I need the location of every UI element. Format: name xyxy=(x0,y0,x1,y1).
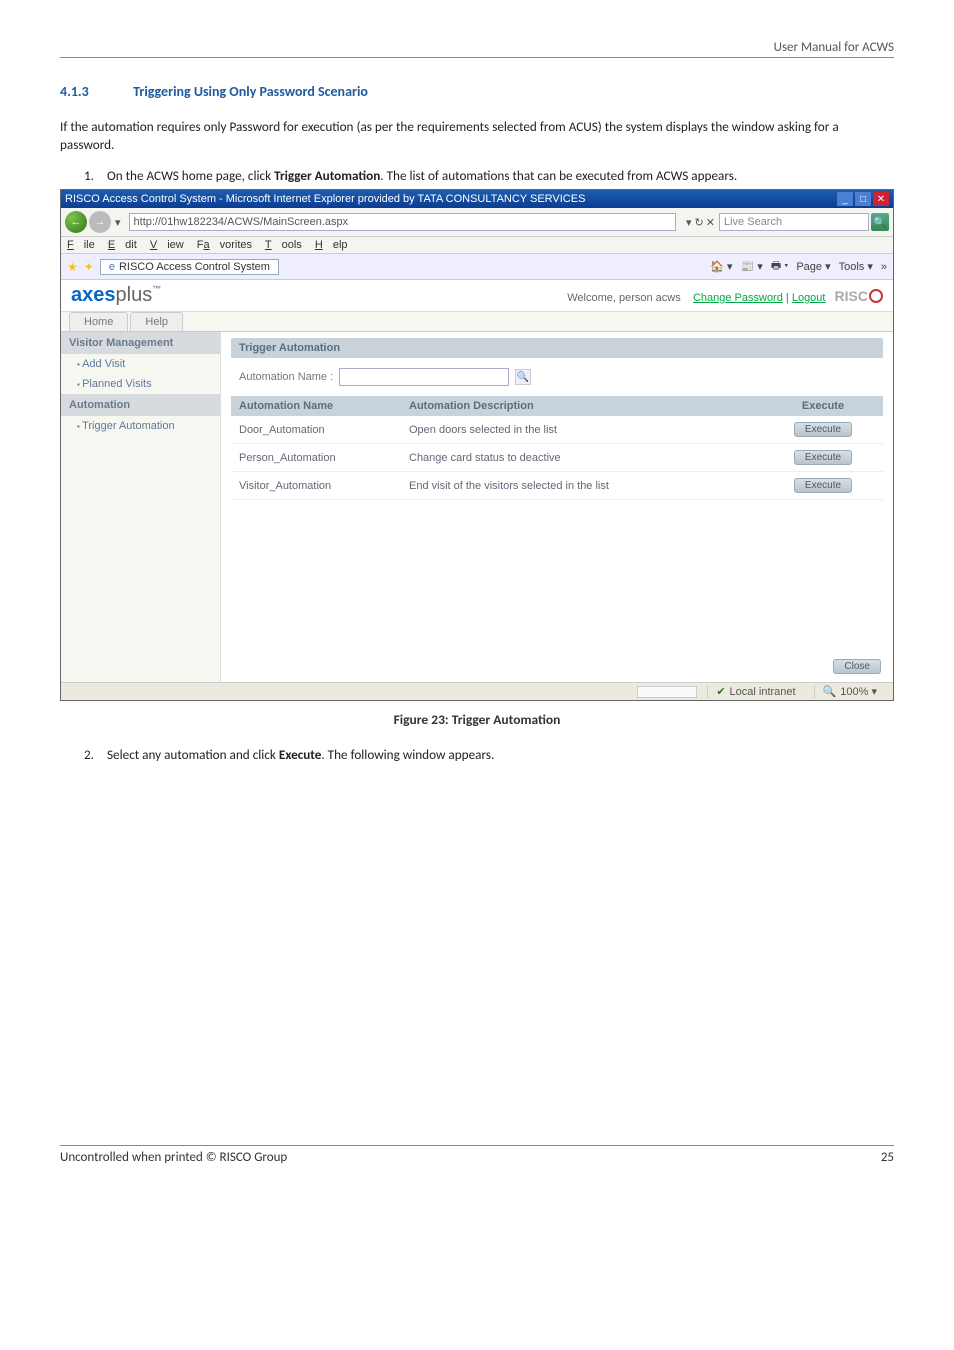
col-header-exec: Execute xyxy=(763,396,883,416)
intro-paragraph: If the automation requires only Password… xyxy=(60,118,894,155)
menu-edit[interactable]: Edit xyxy=(108,239,137,251)
table-row: Door_Automation Open doors selected in t… xyxy=(231,416,883,444)
intranet-zone-icon: ✔ xyxy=(716,685,725,698)
sidebar-item-planned-visits[interactable]: Planned Visits xyxy=(61,374,220,394)
stop-icon[interactable]: ✕ xyxy=(706,216,715,229)
sidebar-item-add-visit[interactable]: Add Visit xyxy=(61,354,220,374)
print-icon[interactable]: 🖶 ▾ xyxy=(771,257,789,276)
sidebar-group-automation: Automation xyxy=(61,394,220,416)
app-tab-home[interactable]: Home xyxy=(69,312,128,331)
menu-favorites[interactable]: Favorites xyxy=(197,239,252,251)
cell-desc: Change card status to deactive xyxy=(401,446,763,470)
execute-button[interactable]: Execute xyxy=(794,422,852,437)
app-tab-help[interactable]: Help xyxy=(130,312,183,331)
live-search-input[interactable]: Live Search xyxy=(719,213,869,231)
maximize-button[interactable]: □ xyxy=(855,192,871,206)
step2-text-prefix: Select any automation and click xyxy=(107,746,279,763)
col-header-name: Automation Name xyxy=(231,396,401,416)
execute-button[interactable]: Execute xyxy=(794,478,852,493)
section-number: 4.1.3 xyxy=(60,83,130,100)
menu-help[interactable]: Help xyxy=(315,239,348,251)
screenshot-container: RISCO Access Control System - Microsoft … xyxy=(60,189,894,701)
menu-file[interactable]: FFileile xyxy=(67,239,95,251)
step1-text-prefix: On the ACWS home page, click xyxy=(107,167,274,184)
automation-name-input[interactable] xyxy=(339,368,509,386)
feeds-icon[interactable]: 📰 ▾ xyxy=(741,260,763,273)
nav-dropdown-icon[interactable]: ▾ xyxy=(113,216,123,229)
table-row: Person_Automation Change card status to … xyxy=(231,444,883,472)
section-title: Triggering Using Only Password Scenario xyxy=(133,83,368,100)
cell-desc: End visit of the visitors selected in th… xyxy=(401,474,763,498)
cell-name: Person_Automation xyxy=(231,446,401,470)
cell-desc: Open doors selected in the list xyxy=(401,418,763,442)
minimize-button[interactable]: _ xyxy=(837,192,853,206)
automation-grid: Automation Name Automation Description E… xyxy=(231,396,883,500)
tools-menu[interactable]: Tools ▾ xyxy=(839,260,873,273)
brand-plus: plus xyxy=(116,284,153,306)
step2-bold: Execute xyxy=(279,746,321,763)
browser-tab-active[interactable]: e RISCO Access Control System xyxy=(100,259,279,275)
sidebar-group-visitor: Visitor Management xyxy=(61,332,220,354)
menu-tools[interactable]: Tools xyxy=(265,239,302,251)
menu-view[interactable]: View xyxy=(150,239,184,251)
logout-link[interactable]: Logout xyxy=(792,292,826,304)
favorites-star-icon[interactable]: ★ xyxy=(67,260,78,274)
back-button[interactable]: ← xyxy=(65,211,87,233)
step2-text-suffix: . The following window appears. xyxy=(321,746,494,763)
list-number-1: 1. xyxy=(84,167,104,185)
zoom-icon[interactable]: 🔍 xyxy=(823,685,837,698)
sidebar-item-trigger-automation[interactable]: Trigger Automation xyxy=(61,416,220,436)
status-blank xyxy=(637,686,697,698)
footer-left: Uncontrolled when printed © RISCO Group xyxy=(60,1150,287,1165)
browser-menu-bar: FFileile Edit View Favorites Tools Help xyxy=(61,237,893,254)
cell-name: Door_Automation xyxy=(231,418,401,442)
close-panel-button[interactable]: Close xyxy=(833,659,881,674)
add-favorites-icon[interactable]: ✦ xyxy=(84,260,94,274)
url-input[interactable]: http://01hw182234/ACWS/MainScreen.aspx xyxy=(129,213,676,231)
table-row: Visitor_Automation End visit of the visi… xyxy=(231,472,883,500)
toolbar-chevron-icon[interactable]: » xyxy=(881,261,887,273)
footer-page-number: 25 xyxy=(881,1150,894,1165)
home-icon[interactable]: 🏠 ▾ xyxy=(710,260,732,273)
list-number-2: 2. xyxy=(84,746,104,764)
sidebar: Visitor Management Add Visit Planned Vis… xyxy=(61,332,221,682)
intranet-zone-label: Local intranet xyxy=(730,686,796,698)
zoom-level[interactable]: 100% ▾ xyxy=(840,685,877,698)
risco-wheel-icon xyxy=(869,289,883,303)
step1-text-suffix: . The list of automations that can be ex… xyxy=(380,167,737,184)
step1-bold: Trigger Automation xyxy=(274,167,380,184)
col-header-desc: Automation Description xyxy=(401,396,763,416)
window-title: RISCO Access Control System - Microsoft … xyxy=(65,193,585,205)
welcome-text: Welcome, person acws xyxy=(567,292,681,304)
search-go-button[interactable]: 🔍 xyxy=(871,213,889,231)
page-header-right: User Manual for ACWS xyxy=(774,40,894,55)
search-button[interactable]: 🔍 xyxy=(515,369,531,385)
filter-label: Automation Name : xyxy=(239,371,333,383)
tab-ie-icon: e xyxy=(109,261,115,273)
risco-logo: RISC xyxy=(835,288,883,304)
page-menu[interactable]: Page ▾ xyxy=(796,260,830,273)
figure-caption: Figure 23: Trigger Automation xyxy=(60,711,894,728)
tab-label: RISCO Access Control System xyxy=(119,261,270,273)
forward-button[interactable]: → xyxy=(89,211,111,233)
panel-title: Trigger Automation xyxy=(231,338,883,358)
execute-button[interactable]: Execute xyxy=(794,450,852,465)
cell-name: Visitor_Automation xyxy=(231,474,401,498)
brand-axes: axes xyxy=(71,284,116,306)
brand-tm: ™ xyxy=(152,284,161,294)
change-password-link[interactable]: Change Password xyxy=(693,292,783,304)
refresh-icon[interactable]: ▾ ↻ xyxy=(686,216,704,229)
close-window-button[interactable]: ✕ xyxy=(873,192,889,206)
